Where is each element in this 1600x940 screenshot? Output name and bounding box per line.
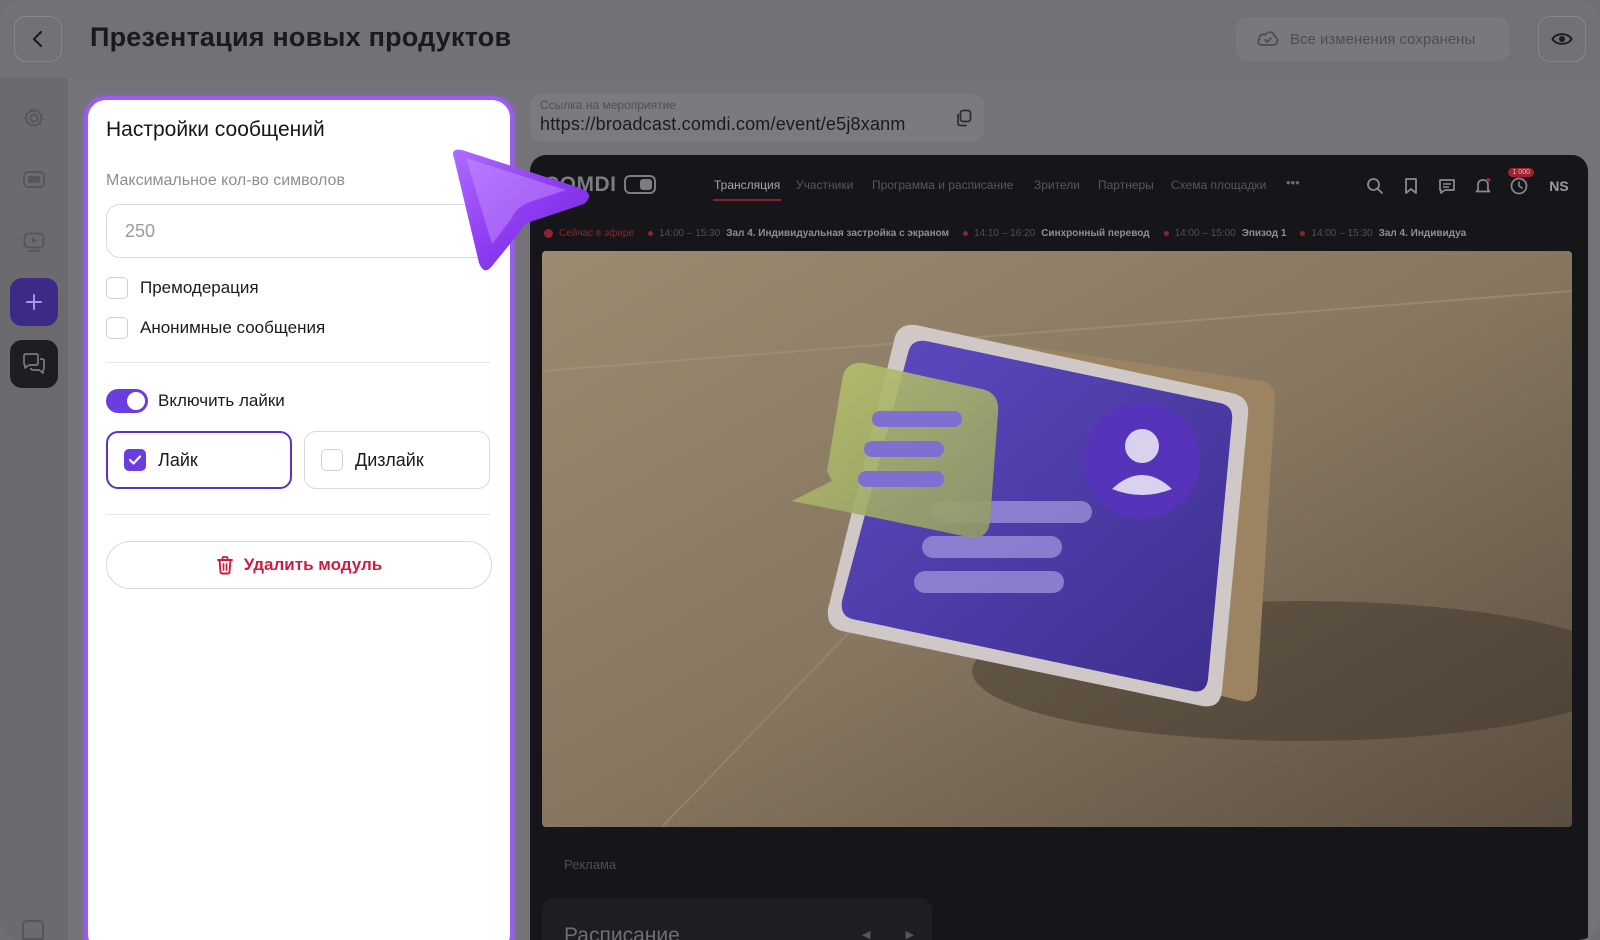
check-icon [128, 455, 142, 465]
bell-icon[interactable] [1472, 175, 1494, 197]
cloud-check-icon [1257, 31, 1279, 46]
copy-icon[interactable] [954, 108, 974, 128]
preview-tab-participants[interactable]: Участники [796, 178, 853, 192]
plus-icon [26, 294, 42, 310]
schedule-arrows[interactable]: ◀ ▶ [862, 928, 930, 940]
left-rail [0, 78, 68, 940]
preview-button[interactable] [1538, 16, 1586, 62]
save-status: Все изменения сохранены [1236, 17, 1510, 61]
cursor-pointer-icon [453, 149, 590, 271]
ticker-name: Зал 4. Индивидуа [1378, 227, 1467, 239]
ticker-item[interactable]: 14:00 – 15:00 Эпизод 1 [1163, 227, 1287, 239]
save-status-text: Все изменения сохранены [1290, 30, 1476, 48]
ticker-name: Синхронный перевод [1041, 227, 1150, 239]
delete-module-button[interactable]: Удалить модуль [106, 541, 492, 589]
premoderation-checkbox[interactable] [106, 277, 128, 299]
tablet-illustration [542, 251, 1572, 827]
dislike-option[interactable]: Дизлайк [304, 431, 490, 489]
dislike-checkbox[interactable] [321, 449, 343, 471]
anonymous-option[interactable]: Анонимные сообщения [106, 316, 325, 340]
preview-tab-partners[interactable]: Партнеры [1098, 178, 1154, 192]
chat-icon [23, 353, 45, 374]
avatar[interactable]: NS [1544, 171, 1574, 201]
rail-add-module-button[interactable] [10, 278, 58, 326]
schedule-title: Расписание [564, 924, 680, 940]
bookmark-icon[interactable] [1400, 175, 1422, 197]
event-link-url[interactable]: https://broadcast.comdi.com/event/e5j8xa… [540, 114, 906, 135]
preview-tab-venue-map[interactable]: Схема площадки [1171, 178, 1266, 192]
premoderation-option[interactable]: Премодерация [106, 276, 259, 300]
ticker-time: 14:00 – 15:00 [1174, 227, 1236, 239]
ticker-dot [1300, 230, 1306, 236]
trash-icon [216, 556, 233, 575]
panel-title: Настройки сообщений [106, 118, 325, 141]
screen-icon [23, 171, 45, 188]
ticker-name: Зал 4. Индивидуальная застройка с экрано… [726, 227, 950, 239]
ticker-item[interactable]: 14:00 – 15:30 Зал 4. Индивидуальная застр… [648, 228, 949, 239]
anonymous-checkbox[interactable] [106, 317, 128, 339]
ticker-item[interactable]: 14:00 – 15:30 Зал 4. Индивидуа [1300, 228, 1466, 239]
preview-more-tabs[interactable]: ••• [1286, 175, 1300, 190]
timer-icon[interactable] [1508, 175, 1530, 197]
eye-icon [1551, 33, 1573, 45]
like-label: Лайк [158, 449, 198, 470]
preview-tab-active-indicator [713, 199, 781, 201]
divider [106, 362, 490, 363]
rail-chat-button[interactable] [10, 340, 58, 388]
max-chars-label: Максимальное кол-во символов [106, 172, 345, 189]
ad-label: Реклама [564, 857, 617, 872]
divider [106, 514, 490, 515]
preview-nav: COMDI Трансляция Участники Программа и р… [530, 155, 1588, 217]
like-checkbox[interactable] [124, 449, 146, 471]
likes-toggle[interactable] [106, 389, 148, 413]
live-ticker: Сейчас в эфире 14:00 – 15:30 Зал 4. Индив… [544, 225, 1574, 241]
top-bar: Презентация новых продуктов Все изменени… [0, 0, 1600, 78]
event-preview: COMDI Трансляция Участники Программа и р… [530, 155, 1588, 940]
max-chars-input[interactable] [106, 204, 496, 258]
app-window: Презентация новых продуктов Все изменени… [0, 0, 1600, 940]
rail-screen-button[interactable] [10, 156, 58, 204]
rail-more-icon [22, 920, 44, 940]
notification-badge: 1 000 [1508, 168, 1534, 177]
event-link-card: Ссылка на мероприятие https://broadcast.… [530, 94, 984, 142]
preview-tab-program[interactable]: Программа и расписание [872, 178, 1013, 192]
play-icon [23, 232, 45, 252]
ticker-item[interactable]: 14:10 – 16:20 Синхронный перевод [963, 228, 1150, 239]
ticker-time: 14:00 – 15:30 [659, 227, 721, 239]
preview-tab-broadcast[interactable]: Трансляция [714, 178, 780, 192]
ticker-dot [1163, 230, 1169, 236]
anonymous-label: Анонимные сообщения [140, 318, 326, 337]
ticker-name: Эпизод 1 [1241, 227, 1287, 239]
back-button[interactable] [14, 16, 62, 62]
like-option[interactable]: Лайк [106, 431, 292, 489]
dislike-label: Дизлайк [355, 449, 424, 470]
likes-toggle-label: Включить лайки [158, 391, 285, 410]
ticker-time: 14:00 – 15:30 [1311, 227, 1373, 239]
event-link-label: Ссылка на мероприятие [540, 98, 676, 112]
likes-toggle-row[interactable]: Включить лайки [106, 389, 285, 413]
gear-icon [23, 107, 44, 128]
premoderation-label: Премодерация [140, 278, 259, 297]
rail-settings-button[interactable] [10, 94, 58, 142]
message-icon[interactable] [1436, 175, 1458, 197]
chevron-left-icon [32, 30, 43, 48]
page-title: Презентация новых продуктов [90, 22, 512, 52]
search-icon[interactable] [1364, 175, 1386, 197]
ticker-dot [963, 230, 969, 236]
schedule-card: Расписание ◀ ▶ [542, 898, 932, 940]
theme-toggle-icon[interactable] [624, 175, 656, 194]
preview-tab-viewers[interactable]: Зрители [1034, 178, 1080, 192]
ticker-time: 14:10 – 16:20 [974, 227, 1036, 239]
delete-module-label: Удалить модуль [243, 555, 383, 574]
broadcast-image [542, 251, 1572, 827]
preview-nav-icons: NS [1364, 171, 1574, 201]
rail-video-button[interactable] [10, 218, 58, 266]
ticker-dot [648, 230, 654, 236]
